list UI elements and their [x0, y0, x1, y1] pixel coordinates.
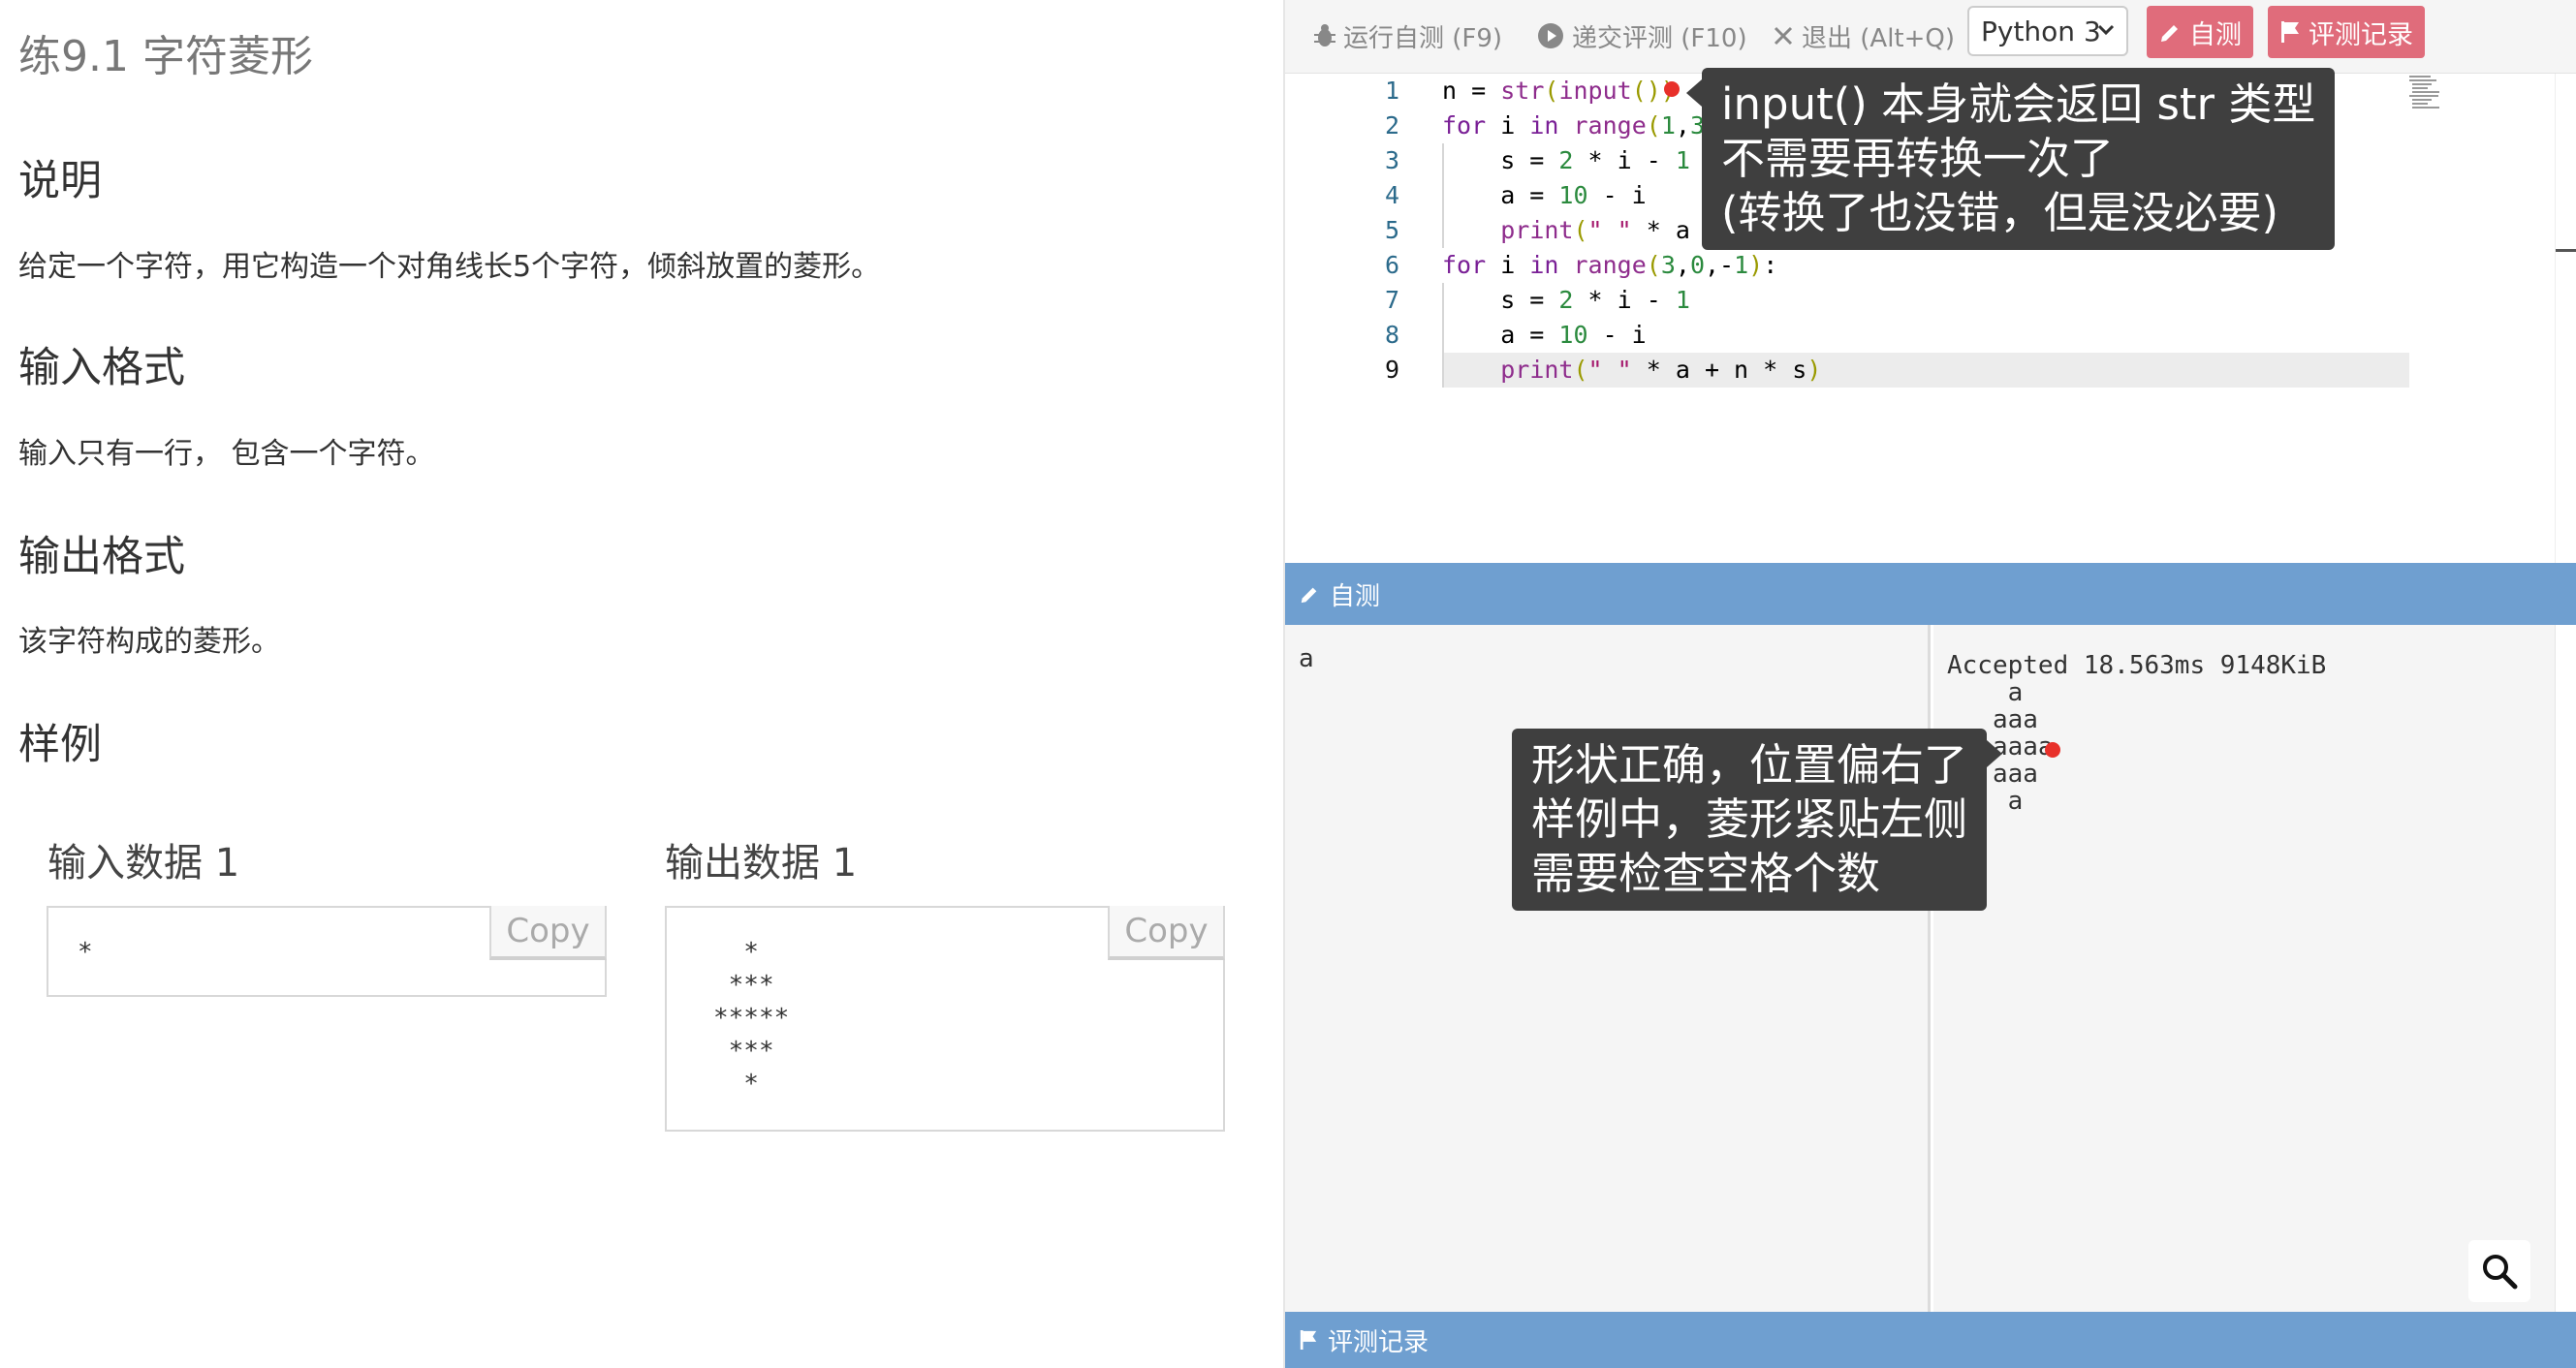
- records-button-label: 评测记录: [2309, 19, 2413, 50]
- close-icon: [1774, 26, 1793, 46]
- input-format-text: 输入只有一行， 包含一个字符。: [18, 437, 435, 471]
- output-scrollbar[interactable]: [2555, 625, 2576, 1312]
- line-number: 9: [1384, 356, 1399, 384]
- page-title: 练9.1 字符菱形: [18, 32, 313, 81]
- description-text: 给定一个字符，用它构造一个对角线长5个字符，倾斜放置的菱形。: [18, 250, 881, 284]
- submit-button[interactable]: 递交评测 (F10): [1537, 12, 1747, 60]
- line-number: 4: [1384, 181, 1399, 209]
- sample-input-box: * Copy: [47, 906, 607, 997]
- copy-sample-input-button[interactable]: Copy: [489, 906, 607, 960]
- sample-output-value: * *** ***** *** *: [713, 938, 790, 1099]
- zoom-button[interactable]: [2468, 1240, 2530, 1302]
- annotation-marker: [2045, 742, 2060, 758]
- code-text: s = 2 * i - 1: [1442, 286, 1690, 314]
- input-format-heading: 输入格式: [18, 344, 185, 392]
- line-number: 8: [1384, 321, 1399, 349]
- line-number: 2: [1384, 111, 1399, 140]
- code-minimap[interactable]: [2409, 74, 2555, 563]
- pencil-icon: [2161, 25, 2178, 42]
- search-icon: [2483, 1255, 2518, 1290]
- records-panel-header[interactable]: 评测记录: [1285, 1312, 2576, 1368]
- callout-line: 样例中，菱形紧贴左侧: [1531, 793, 1968, 845]
- code-line[interactable]: 9 print(" " * a + n * s): [1285, 353, 2409, 388]
- sample-heading: 样例: [18, 721, 102, 769]
- pencil-icon: [1301, 587, 1317, 604]
- play-circle-icon: [1538, 23, 1563, 48]
- sample-output-box: * *** ***** *** * Copy: [665, 906, 1225, 1132]
- code-line[interactable]: 8 a = 10 - i: [1285, 318, 2409, 353]
- callout-pointer: [1686, 79, 1702, 107]
- flag-icon: [1300, 1330, 1317, 1350]
- sample-input-value: *: [78, 938, 93, 967]
- line-number: 6: [1384, 251, 1399, 279]
- selftest-output: Accepted 18.563ms 9148KiB a aaa aaaaa aa…: [1933, 625, 2555, 1312]
- bug-icon: [1314, 24, 1335, 47]
- records-panel-title: 评测记录: [1328, 1327, 1429, 1357]
- chevron-down-icon: [2097, 24, 2115, 36]
- selftest-panel-header[interactable]: 自测: [1285, 563, 2576, 625]
- submit-label: 递交评测 (F10): [1572, 23, 1747, 53]
- exit-button[interactable]: 退出 (Alt+Q): [1773, 12, 1955, 60]
- code-text: a = 10 - i: [1442, 181, 1647, 209]
- code-text: for i in range(3,0,-1):: [1442, 251, 1778, 279]
- annotation-callout-input: input() 本身就会返回 str 类型 不需要再转换一次了 (转换了也没错，…: [1686, 68, 2336, 250]
- selftest-input-value: a: [1299, 644, 1314, 673]
- code-text: n = str(input()): [1442, 77, 1676, 105]
- code-line[interactable]: 6 for i in range(3,0,-1):: [1285, 248, 2409, 283]
- language-value: Python 3: [1981, 15, 2101, 47]
- problem-panel: 练9.1 字符菱形 说明 给定一个字符，用它构造一个对角线长5个字符，倾斜放置的…: [0, 0, 1283, 1368]
- description-heading: 说明: [18, 157, 102, 205]
- selftest-panel-title: 自测: [1330, 581, 1381, 611]
- run-selftest-label: 运行自测 (F9): [1343, 23, 1503, 53]
- code-text: a = 10 - i: [1442, 321, 1647, 349]
- selftest-output-status: Accepted 18.563ms 9148KiB: [1947, 651, 2327, 680]
- line-number: 1: [1384, 77, 1399, 105]
- toolbar: 运行自测 (F9) 递交评测 (F10) 退出 (Alt+Q) Python 3: [1285, 0, 2576, 74]
- records-button[interactable]: 评测记录: [2268, 6, 2425, 58]
- callout-pointer: [1987, 740, 2003, 767]
- callout-line: input() 本身就会返回 str 类型: [1721, 78, 2316, 130]
- callout-line: 需要检查空格个数: [1531, 848, 1881, 899]
- editor-scrollbar-thumb[interactable]: [2556, 249, 2576, 252]
- code-text: s = 2 * i - 1: [1442, 146, 1690, 174]
- sample-output-heading: 输出数据 1: [665, 841, 858, 886]
- output-format-text: 该字符构成的菱形。: [18, 625, 280, 659]
- code-text: print(" " * a + n * s): [1500, 356, 1822, 384]
- copy-sample-output-button[interactable]: Copy: [1108, 906, 1225, 960]
- run-selftest-button[interactable]: 运行自测 (F9): [1314, 12, 1502, 60]
- callout-line: 形状正确，位置偏右了: [1531, 739, 1968, 791]
- callout-line: 不需要再转换一次了: [1721, 133, 2115, 184]
- line-number: 7: [1384, 286, 1399, 314]
- sample-input-heading: 输入数据 1: [47, 841, 240, 886]
- code-line[interactable]: 7 s = 2 * i - 1: [1285, 283, 2409, 318]
- annotation-marker: [1664, 81, 1680, 97]
- editor-scrollbar[interactable]: [2555, 74, 2576, 563]
- line-number: 5: [1384, 216, 1399, 244]
- line-number: 3: [1384, 146, 1399, 174]
- exit-label: 退出 (Alt+Q): [1802, 23, 1956, 53]
- output-format-heading: 输出格式: [18, 533, 185, 581]
- language-select[interactable]: Python 3: [1967, 6, 2128, 56]
- selftest-button-label: 自测: [2189, 19, 2242, 50]
- flag-icon: [2281, 21, 2299, 43]
- annotation-callout-output: 形状正确，位置偏右了 样例中，菱形紧贴左侧 需要检查空格个数: [1512, 729, 2003, 911]
- code-text: for i in range(1,3):: [1442, 111, 1734, 140]
- callout-line: (转换了也没错，但是没必要): [1721, 187, 2279, 238]
- selftest-button[interactable]: 自测: [2147, 6, 2253, 58]
